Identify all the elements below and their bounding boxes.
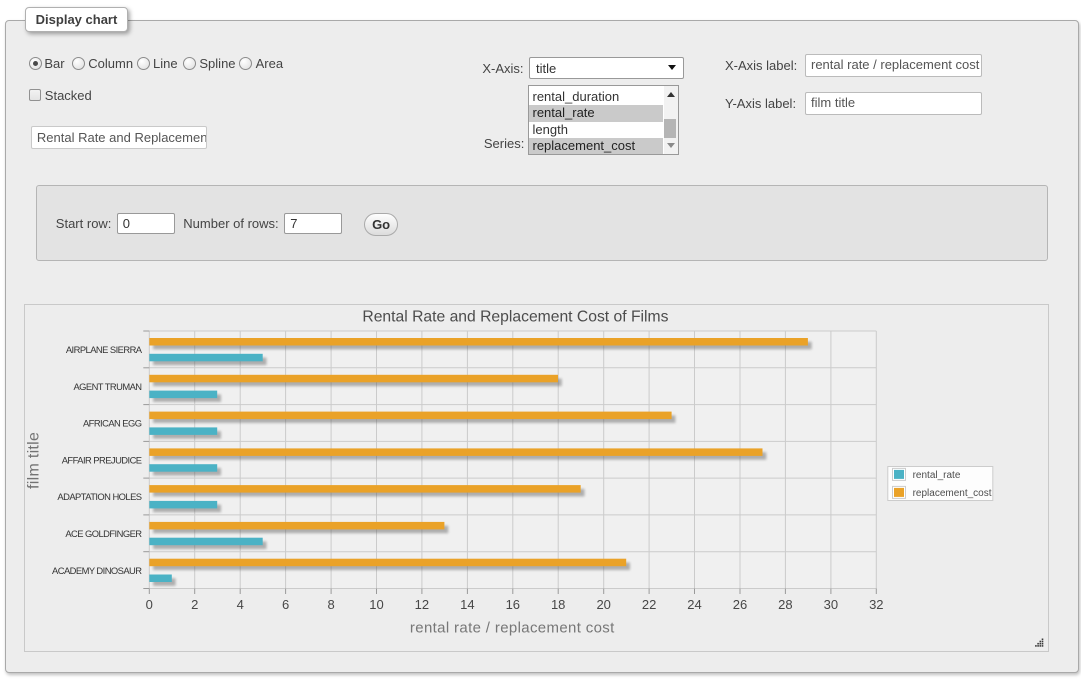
svg-text:20: 20 xyxy=(597,597,611,612)
svg-text:8: 8 xyxy=(328,597,335,612)
svg-text:28: 28 xyxy=(779,597,793,612)
svg-text:AFFAIR PREJUDICE: AFFAIR PREJUDICE xyxy=(62,455,142,466)
svg-text:AIRPLANE SIERRA: AIRPLANE SIERRA xyxy=(66,344,143,355)
svg-text:Rental Rate and Replacement Co: Rental Rate and Replacement Cost of Film… xyxy=(363,309,669,326)
svg-text:24: 24 xyxy=(688,597,702,612)
svg-text:6: 6 xyxy=(282,597,289,612)
svg-text:0: 0 xyxy=(146,597,153,612)
svg-text:10: 10 xyxy=(370,597,384,612)
svg-text:12: 12 xyxy=(415,597,429,612)
svg-text:AFRICAN EGG: AFRICAN EGG xyxy=(83,418,142,429)
svg-text:film title: film title xyxy=(26,432,43,489)
svg-text:replacement_cost: replacement_cost xyxy=(913,488,992,499)
svg-text:rental rate / replacement cost: rental rate / replacement cost xyxy=(410,620,615,637)
svg-text:rental_rate: rental_rate xyxy=(913,470,961,481)
svg-text:ADAPTATION HOLES: ADAPTATION HOLES xyxy=(58,491,142,502)
svg-text:18: 18 xyxy=(551,597,565,612)
svg-text:26: 26 xyxy=(733,597,747,612)
svg-text:4: 4 xyxy=(237,597,244,612)
svg-text:ACE GOLDFINGER: ACE GOLDFINGER xyxy=(66,528,143,539)
svg-text:AGENT TRUMAN: AGENT TRUMAN xyxy=(74,381,142,392)
svg-text:ACADEMY DINOSAUR: ACADEMY DINOSAUR xyxy=(52,565,142,576)
svg-text:22: 22 xyxy=(642,597,656,612)
svg-text:14: 14 xyxy=(461,597,475,612)
svg-text:30: 30 xyxy=(824,597,838,612)
svg-text:32: 32 xyxy=(869,597,883,612)
svg-text:2: 2 xyxy=(191,597,198,612)
svg-text:16: 16 xyxy=(506,597,520,612)
